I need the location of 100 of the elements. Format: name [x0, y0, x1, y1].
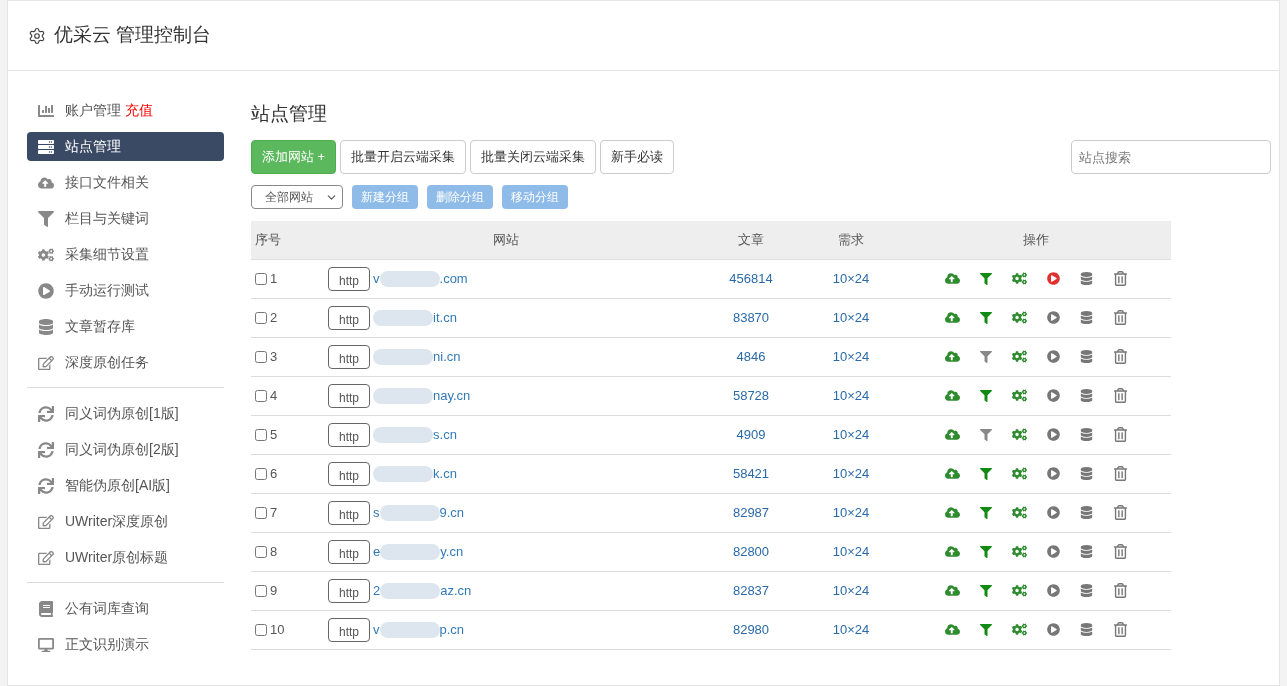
row-checkbox[interactable] — [255, 389, 267, 402]
play-icon[interactable] — [1046, 389, 1060, 402]
row-checkbox[interactable] — [255, 428, 267, 441]
trash-icon[interactable] — [1112, 271, 1128, 286]
filter-icon[interactable] — [979, 350, 992, 363]
trash-icon[interactable] — [1112, 388, 1128, 403]
cloud-upload-icon[interactable] — [944, 505, 960, 520]
trash-icon[interactable] — [1112, 349, 1128, 364]
sidebar-item[interactable]: 账户管理 充值 — [27, 96, 224, 125]
play-icon[interactable] — [1046, 623, 1060, 636]
play-icon[interactable] — [1046, 428, 1060, 441]
database-icon[interactable] — [1079, 623, 1093, 636]
database-icon[interactable] — [1079, 389, 1093, 402]
gears-icon[interactable] — [1011, 349, 1027, 364]
scheme-button[interactable]: http — [328, 305, 370, 330]
sidebar-item[interactable]: 栏目与关键词 — [27, 204, 224, 233]
sidebar-item[interactable]: 正文识别演示 — [27, 630, 224, 659]
sidebar-item[interactable]: 公有词库查询 — [27, 594, 224, 623]
row-checkbox[interactable] — [255, 584, 267, 597]
play-icon[interactable] — [1046, 545, 1060, 558]
scheme-button[interactable]: http — [328, 383, 370, 408]
cloud-upload-icon[interactable] — [944, 622, 960, 637]
play-icon[interactable] — [1046, 467, 1060, 480]
database-icon[interactable] — [1079, 467, 1093, 480]
cloud-upload-icon[interactable] — [944, 388, 960, 403]
recharge-link[interactable]: 充值 — [125, 100, 153, 121]
row-checkbox[interactable] — [255, 623, 267, 636]
toolbar-button[interactable]: 批量关闭云端采集 — [470, 140, 597, 174]
filter-icon[interactable] — [979, 584, 992, 597]
database-icon[interactable] — [1079, 350, 1093, 363]
trash-icon[interactable] — [1112, 583, 1128, 598]
database-icon[interactable] — [1079, 311, 1093, 324]
scheme-button[interactable]: http — [328, 461, 370, 486]
trash-icon[interactable] — [1112, 544, 1128, 559]
row-checkbox[interactable] — [255, 311, 267, 324]
play-icon[interactable] — [1046, 584, 1060, 597]
database-icon[interactable] — [1079, 584, 1093, 597]
database-icon[interactable] — [1079, 506, 1093, 519]
filter-icon[interactable] — [979, 623, 992, 636]
search-field[interactable]: 站点搜索 — [1071, 140, 1271, 174]
gears-icon[interactable] — [1011, 427, 1027, 442]
gears-icon[interactable] — [1011, 583, 1027, 598]
scheme-button[interactable]: http — [328, 344, 370, 369]
play-icon[interactable] — [1046, 272, 1060, 285]
cloud-upload-icon[interactable] — [944, 427, 960, 442]
sidebar-item[interactable]: UWriter原创标题 — [27, 543, 224, 572]
gears-icon[interactable] — [1011, 505, 1027, 520]
trash-icon[interactable] — [1112, 427, 1128, 442]
filter-icon[interactable] — [979, 506, 992, 519]
scheme-button[interactable]: http — [328, 500, 370, 525]
cloud-upload-icon[interactable] — [944, 583, 960, 598]
filter-icon[interactable] — [979, 311, 992, 324]
row-checkbox[interactable] — [255, 506, 267, 519]
trash-icon[interactable] — [1112, 505, 1128, 520]
trash-icon[interactable] — [1112, 622, 1128, 637]
scheme-button[interactable]: http — [328, 578, 370, 603]
trash-icon[interactable] — [1112, 466, 1128, 481]
gears-icon[interactable] — [1011, 466, 1027, 481]
cloud-upload-icon[interactable] — [944, 271, 960, 286]
sidebar-item[interactable]: 手动运行测试 — [27, 276, 224, 305]
sidebar-item[interactable]: 采集细节设置 — [27, 240, 224, 269]
filter-icon[interactable] — [979, 545, 992, 558]
row-checkbox[interactable] — [255, 467, 267, 480]
sidebar-item[interactable]: 文章暂存库 — [27, 312, 224, 341]
row-checkbox[interactable] — [255, 272, 267, 285]
trash-icon[interactable] — [1112, 310, 1128, 325]
scheme-button[interactable]: http — [328, 617, 370, 642]
gears-icon[interactable] — [1011, 271, 1027, 286]
group-select[interactable]: 全部网站 — [251, 185, 343, 209]
database-icon[interactable] — [1079, 428, 1093, 441]
sidebar-item[interactable]: 接口文件相关 — [27, 168, 224, 197]
gears-icon[interactable] — [1011, 622, 1027, 637]
filter-icon[interactable] — [979, 272, 992, 285]
play-icon[interactable] — [1046, 506, 1060, 519]
sidebar-item[interactable]: 站点管理 — [27, 132, 224, 161]
sidebar-item[interactable]: 深度原创任务 — [27, 348, 224, 377]
sidebar-item[interactable]: 同义词伪原创[2版] — [27, 435, 224, 464]
gears-icon[interactable] — [1011, 310, 1027, 325]
database-icon[interactable] — [1079, 545, 1093, 558]
sidebar-item[interactable]: 同义词伪原创[1版] — [27, 399, 224, 428]
toolbar-button[interactable]: 批量开启云端采集 — [340, 140, 467, 174]
cloud-upload-icon[interactable] — [944, 544, 960, 559]
toolbar-button[interactable]: 新手必读 — [600, 140, 675, 174]
play-icon[interactable] — [1046, 311, 1060, 324]
cloud-upload-icon[interactable] — [944, 310, 960, 325]
site-url[interactable]: 2 az.cn — [373, 580, 472, 601]
sidebar-item[interactable]: UWriter深度原创 — [27, 507, 224, 536]
gears-icon[interactable] — [1011, 544, 1027, 559]
filter-icon[interactable] — [979, 467, 992, 480]
scheme-button[interactable]: http — [328, 422, 370, 447]
scheme-button[interactable]: http — [328, 539, 370, 564]
database-icon[interactable] — [1079, 272, 1093, 285]
play-icon[interactable] — [1046, 350, 1060, 363]
cloud-upload-icon[interactable] — [944, 466, 960, 481]
filter-icon[interactable] — [979, 389, 992, 402]
row-checkbox[interactable] — [255, 545, 267, 558]
site-url[interactable]: nay.cn — [373, 385, 471, 406]
filter-icon[interactable] — [979, 428, 992, 441]
scheme-button[interactable]: http — [328, 266, 370, 291]
gears-icon[interactable] — [1011, 388, 1027, 403]
